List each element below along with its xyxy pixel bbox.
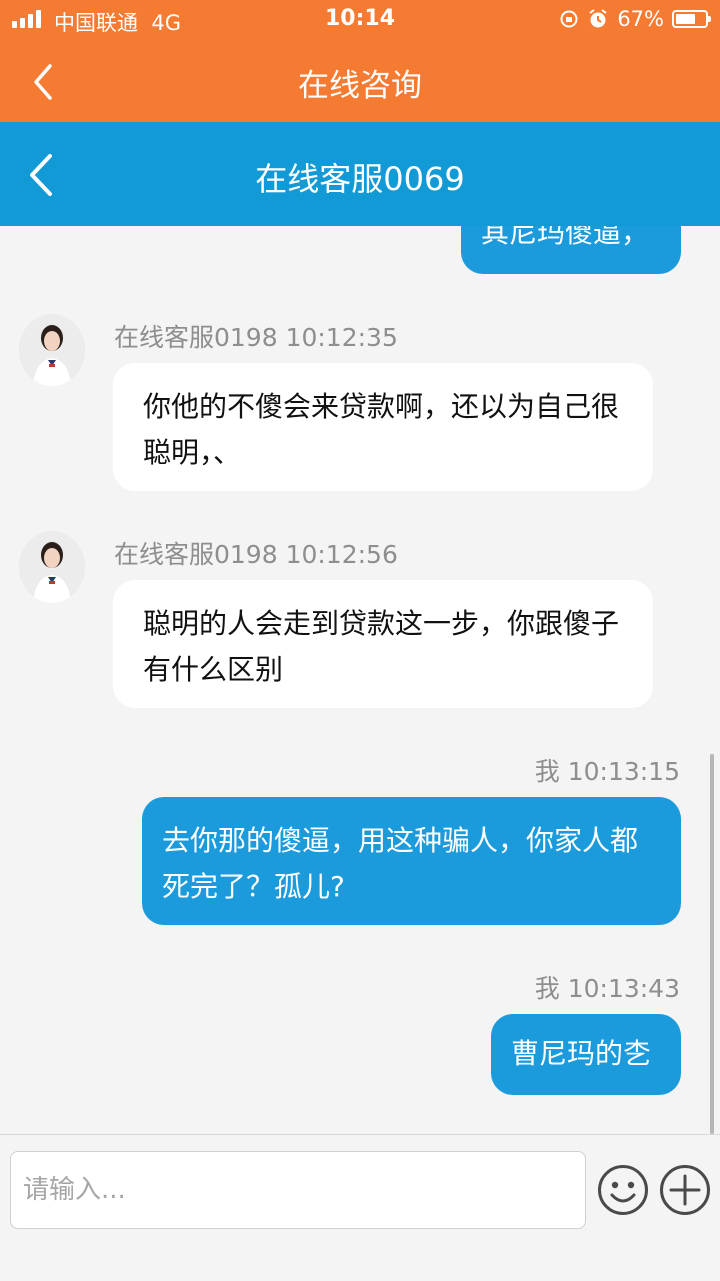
message-text: 曹尼玛的朰 (511, 1037, 652, 1070)
my-message-bubble: 其尼玛傻逼， (461, 226, 681, 274)
outer-header: 中国联通 4G 10:14 67% 在线咨询 (0, 0, 720, 122)
status-bar: 中国联通 4G 10:14 67% (0, 0, 720, 40)
message-meta: 在线客服0198 10:12:35 (114, 323, 398, 352)
avatar-agent-icon (19, 531, 85, 603)
smiley-icon (598, 1165, 648, 1215)
plus-circle-icon (660, 1165, 710, 1215)
message-text: 去你那的傻逼，用这种骗人，你家人都死完了？孤儿? (162, 824, 639, 903)
outer-title: 在线咨询 (298, 68, 422, 104)
chat-scrollbar[interactable] (710, 754, 714, 1134)
my-message-bubble: 曹尼玛的朰 (491, 1014, 681, 1095)
message-meta: 在线客服0198 10:12:56 (114, 540, 398, 569)
status-right: 67% (559, 7, 711, 31)
avatar-agent-icon (19, 314, 85, 386)
message-input[interactable] (10, 1151, 586, 1229)
battery-percent: 67% (617, 7, 664, 31)
agent-message-bubble: 你他的不傻会来贷款啊，还以为自己很聪明，、 (113, 363, 653, 491)
battery-icon (672, 10, 711, 28)
add-button[interactable] (658, 1163, 712, 1217)
message-text: 其尼玛傻逼， (481, 226, 650, 249)
emoji-button[interactable] (596, 1163, 650, 1217)
my-message-bubble: 去你那的傻逼，用这种骗人，你家人都死完了？孤儿? (142, 797, 681, 925)
input-bar (0, 1134, 720, 1281)
agent-avatar[interactable] (19, 314, 85, 386)
rotation-lock-icon (560, 10, 578, 28)
message-meta: 我 10:13:43 (534, 974, 680, 1003)
chat-area[interactable]: 其尼玛傻逼， 在线客服0198 10:12:35 你他的不傻会来贷款啊，还以为自… (0, 226, 720, 1134)
message-text: 聪明的人会走到贷款这一步，你跟傻子有什么区别 (143, 607, 620, 686)
message-text: 你他的不傻会来贷款啊，还以为自己很聪明，、 (143, 390, 620, 469)
inner-header: 在线客服0069 (0, 122, 720, 226)
agent-message-bubble: 聪明的人会走到贷款这一步，你跟傻子有什么区别 (113, 580, 653, 708)
agent-avatar[interactable] (19, 531, 85, 603)
battery-fill (676, 14, 695, 24)
message-meta: 我 10:13:15 (534, 757, 680, 786)
alarm-icon (589, 9, 607, 28)
inner-title: 在线客服0069 (255, 160, 465, 198)
